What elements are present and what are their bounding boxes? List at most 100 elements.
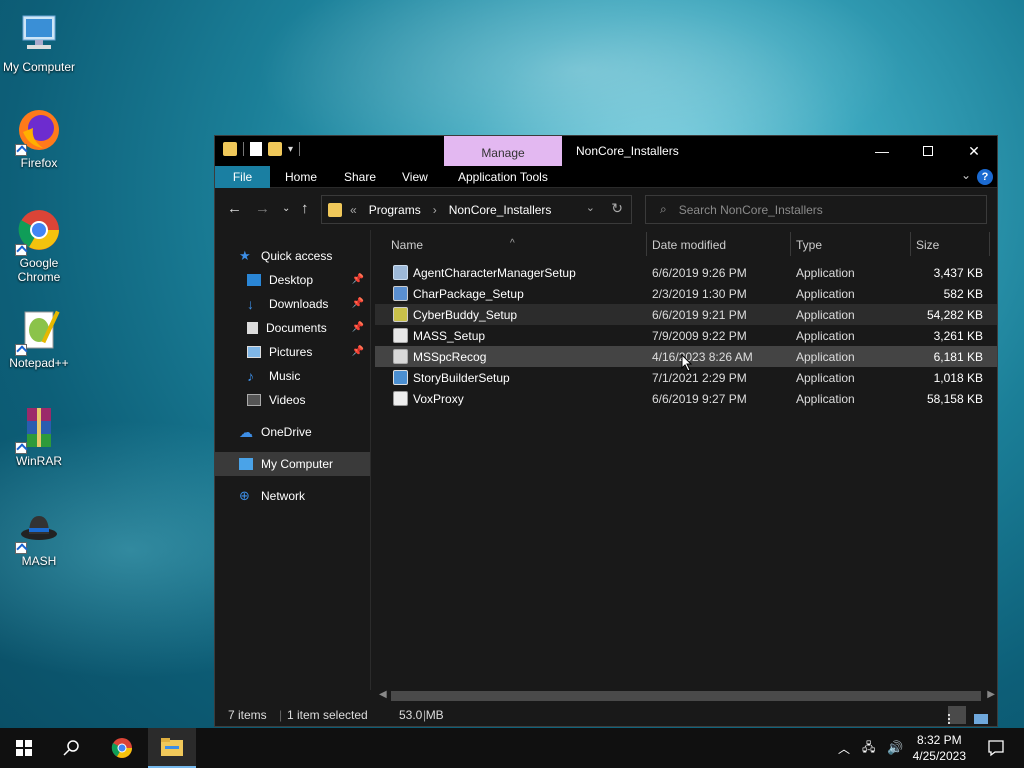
file-row[interactable]: CyberBuddy_Setup 6/6/2019 9:21 PM Applic… bbox=[375, 304, 997, 325]
address-dropdown-icon[interactable]: ⌄ bbox=[586, 201, 595, 214]
desktop-icon-firefox[interactable]: Firefox bbox=[0, 106, 78, 170]
file-type: Application bbox=[796, 329, 855, 343]
new-folder-icon[interactable] bbox=[268, 142, 282, 156]
clock-date: 4/25/2023 bbox=[912, 749, 966, 763]
nav-label: Music bbox=[269, 369, 301, 383]
column-size[interactable]: Size bbox=[916, 238, 939, 252]
file-date: 6/6/2019 9:27 PM bbox=[652, 392, 747, 406]
search-button[interactable] bbox=[48, 728, 96, 768]
help-icon[interactable]: ? bbox=[977, 169, 993, 185]
tab-application-tools[interactable]: Application Tools bbox=[458, 166, 548, 188]
action-center-button[interactable] bbox=[972, 728, 1020, 768]
clock[interactable]: 8:32 PM 4/25/2023 bbox=[913, 732, 966, 764]
file-row[interactable]: VoxProxy 6/6/2019 9:27 PM Application 58… bbox=[375, 388, 997, 409]
nav-label: My Computer bbox=[261, 457, 334, 471]
properties-icon[interactable] bbox=[250, 142, 262, 156]
file-type: Application bbox=[796, 308, 855, 322]
show-hidden-icons-icon[interactable]: ︿ bbox=[838, 740, 850, 757]
pin-icon: 📌 bbox=[351, 322, 364, 333]
nav-label: Documents bbox=[266, 321, 327, 335]
shortcut-arrow-icon bbox=[15, 344, 27, 356]
customize-qat-icon[interactable]: ▾ bbox=[288, 144, 293, 155]
column-name[interactable]: Name bbox=[391, 238, 423, 252]
file-size: 582 KB bbox=[943, 287, 983, 301]
nav-item-pictures[interactable]: Pictures 📌 bbox=[215, 340, 370, 364]
start-button[interactable] bbox=[0, 728, 48, 768]
window-title: NonCore_Installers bbox=[576, 144, 679, 158]
tab-manage[interactable]: Manage bbox=[444, 136, 562, 166]
desktop-icon-my-computer[interactable]: My Computer bbox=[0, 10, 78, 74]
nav-quick-access[interactable]: ★ Quick access bbox=[215, 244, 370, 268]
breadcrumb-programs[interactable]: Programs bbox=[369, 203, 421, 217]
recent-locations-icon[interactable]: ⌄ bbox=[282, 203, 290, 214]
nav-label: Network bbox=[261, 489, 306, 503]
system-tray: ︿ 🖧 🔊 bbox=[838, 728, 904, 768]
notification-icon bbox=[988, 740, 1004, 757]
volume-icon[interactable]: 🔊 bbox=[887, 740, 903, 756]
desktop-icon-label: Google Chrome bbox=[17, 256, 61, 284]
breadcrumb-overflow[interactable]: « bbox=[350, 203, 357, 217]
breadcrumb-noncore[interactable]: NonCore_Installers bbox=[449, 203, 552, 217]
file-type: Application bbox=[796, 392, 855, 406]
column-header: ^ Name Date modified Type Size bbox=[375, 230, 997, 258]
details-view-button[interactable] bbox=[948, 706, 966, 724]
scrollbar-thumb[interactable] bbox=[391, 691, 981, 701]
forward-button[interactable]: → bbox=[255, 200, 270, 217]
taskbar-chrome[interactable] bbox=[98, 728, 146, 768]
desktop-icon-winrar[interactable]: WinRAR bbox=[0, 404, 78, 468]
nav-label: Downloads bbox=[269, 297, 329, 311]
nav-item-downloads[interactable]: ↓ Downloads 📌 bbox=[215, 292, 370, 316]
network-icon: ⊕ bbox=[239, 488, 250, 503]
breadcrumb-separator-icon: › bbox=[432, 202, 437, 217]
address-bar[interactable]: « Programs › NonCore_Installers ⌄ ↻ bbox=[321, 195, 632, 224]
large-icons-view-button[interactable] bbox=[974, 706, 992, 724]
nav-label: OneDrive bbox=[261, 425, 312, 439]
scroll-right-icon[interactable]: ▶ bbox=[987, 689, 995, 700]
tab-view[interactable]: View bbox=[402, 166, 428, 188]
nav-item-music[interactable]: ♪ Music bbox=[215, 364, 370, 388]
column-type[interactable]: Type bbox=[796, 238, 822, 252]
close-button[interactable]: ✕ bbox=[951, 136, 997, 166]
tab-share[interactable]: Share bbox=[344, 166, 376, 188]
winrar-icon bbox=[15, 404, 63, 454]
nav-item-onedrive[interactable]: ☁ OneDrive bbox=[215, 420, 370, 444]
expand-ribbon-icon[interactable]: ⌄ bbox=[961, 168, 971, 182]
file-size: 1,018 KB bbox=[933, 371, 983, 385]
up-button[interactable]: ↑ bbox=[301, 200, 309, 217]
minimize-button[interactable]: — bbox=[859, 136, 905, 166]
application-icon bbox=[393, 286, 408, 301]
nav-item-videos[interactable]: Videos bbox=[215, 388, 370, 412]
file-date: 6/6/2019 9:26 PM bbox=[652, 266, 747, 280]
desktop-icon-mash[interactable]: MASH bbox=[0, 504, 78, 568]
file-row[interactable]: CharPackage_Setup 2/3/2019 1:30 PM Appli… bbox=[375, 283, 997, 304]
search-icon bbox=[63, 740, 79, 756]
file-row[interactable]: AgentCharacterManagerSetup 6/6/2019 9:26… bbox=[375, 262, 997, 283]
shortcut-arrow-icon bbox=[15, 442, 27, 454]
refresh-icon[interactable]: ↻ bbox=[611, 200, 623, 217]
network-status-icon[interactable]: 🖧 bbox=[862, 738, 875, 759]
clock-time: 8:32 PM bbox=[916, 733, 962, 747]
column-date-modified[interactable]: Date modified bbox=[652, 238, 726, 252]
nav-item-network[interactable]: ⊕ Network bbox=[215, 484, 370, 508]
file-name: StoryBuilderSetup bbox=[413, 371, 510, 385]
title-bar: ▾ Manage NonCore_Installers — ✕ bbox=[215, 136, 997, 166]
tab-file[interactable]: File bbox=[215, 166, 270, 188]
scroll-left-icon[interactable]: ◀ bbox=[379, 689, 387, 700]
file-date: 7/1/2021 2:29 PM bbox=[652, 371, 747, 385]
search-box[interactable]: ⌕ Search NonCore_Installers bbox=[645, 195, 987, 224]
shortcut-arrow-icon bbox=[15, 542, 27, 554]
desktop-icon-notepadpp[interactable]: Notepad++ bbox=[0, 306, 78, 370]
maximize-button[interactable] bbox=[905, 136, 951, 166]
desktop-icon-label: Notepad++ bbox=[9, 356, 69, 370]
horizontal-scrollbar[interactable]: ◀ ▶ bbox=[375, 689, 997, 703]
tab-home[interactable]: Home bbox=[285, 166, 317, 188]
file-row[interactable]: MASS_Setup 7/9/2009 9:22 PM Application … bbox=[375, 325, 997, 346]
music-icon: ♪ bbox=[247, 368, 254, 384]
nav-item-my-computer[interactable]: My Computer bbox=[215, 452, 370, 476]
nav-item-documents[interactable]: Documents 📌 bbox=[215, 316, 370, 340]
desktop-icon-label: My Computer bbox=[2, 60, 76, 74]
back-button[interactable]: ← bbox=[227, 200, 242, 217]
nav-item-desktop[interactable]: Desktop 📌 bbox=[215, 268, 370, 292]
taskbar-file-explorer[interactable] bbox=[148, 728, 196, 768]
desktop-icon-chrome[interactable]: Google Chrome bbox=[0, 206, 78, 284]
